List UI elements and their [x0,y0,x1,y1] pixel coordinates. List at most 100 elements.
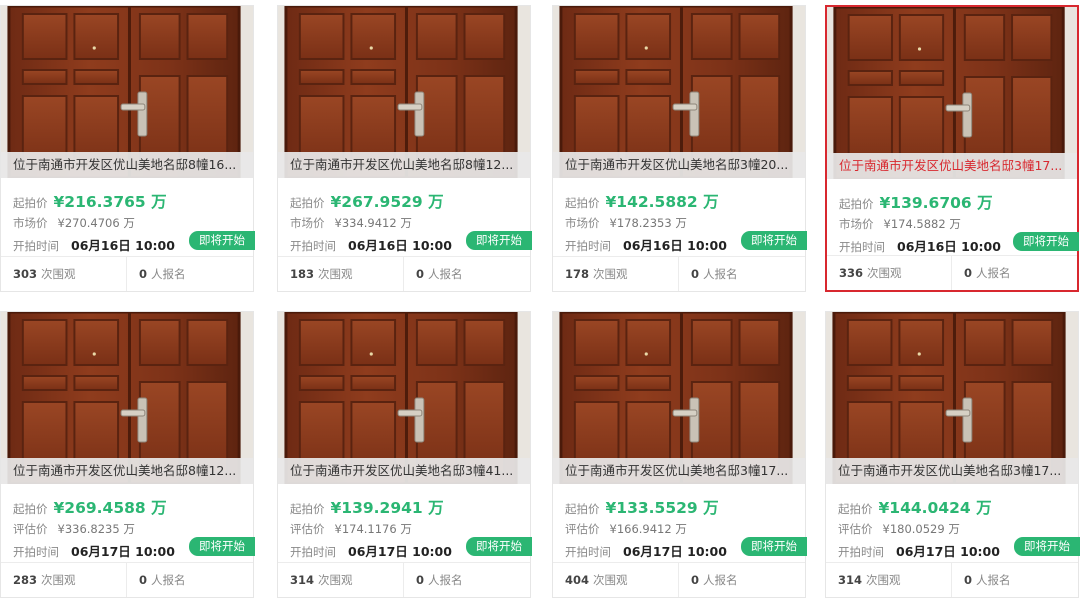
card-title[interactable]: 位于南通市开发区优山美地名邸3幢41... [278,458,530,484]
start-price-value: ¥142.5882 万 [605,193,719,211]
start-time-label: 开拍时间 [838,545,884,559]
status-badge: 即将开始 [741,537,807,556]
start-price-label: 起拍价 [838,502,873,516]
start-time-value: 06月17日 10:00 [71,544,175,559]
card-stats: 404 次围观 0 人报名 [553,562,805,597]
reference-price-row: 评估价 ¥174.1176 万 [290,521,412,537]
start-time-label: 开拍时间 [13,545,59,559]
reference-price-row: 评估价 ¥336.8235 万 [13,521,135,537]
card-stats: 303 次围观 0 人报名 [1,256,253,291]
start-time-row: 开拍时间 06月17日 10:00 [565,541,727,560]
reference-price-value: ¥334.9412 万 [334,216,412,230]
market-price-label: 市场价 [839,217,874,231]
start-time-value: 06月17日 10:00 [896,544,1000,559]
auction-card[interactable]: 位于南通市开发区优山美地名邸3幢20... 起拍价 ¥142.5882 万 市场价… [552,5,807,292]
start-price-row: 起拍价 ¥144.0424 万 [838,496,992,518]
auction-card[interactable]: 位于南通市开发区优山美地名邸8幢12... 起拍价 ¥269.4588 万 评估价… [0,311,255,598]
card-title[interactable]: 位于南通市开发区优山美地名邸3幢17... [553,458,805,484]
auction-card[interactable]: 位于南通市开发区优山美地名邸3幢17... 起拍价 ¥144.0424 万 评估价… [825,311,1080,598]
status-badge: 即将开始 [466,537,532,556]
start-time-value: 06月16日 10:00 [623,238,727,253]
start-price-row: 起拍价 ¥133.5529 万 [565,496,719,518]
start-price-label: 起拍价 [839,197,874,211]
reference-price-value: ¥270.4706 万 [57,216,135,230]
auction-card[interactable]: 位于南通市开发区优山美地名邸8幢16... 起拍价 ¥216.3765 万 市场价… [0,5,255,292]
start-price-label: 起拍价 [290,502,325,516]
reference-price-value: ¥174.1176 万 [334,522,412,536]
status-badge: 即将开始 [1013,232,1079,251]
start-price-label: 起拍价 [565,502,600,516]
start-time-value: 06月17日 10:00 [348,544,452,559]
status-badge: 即将开始 [1014,537,1080,556]
card-title[interactable]: 位于南通市开发区优山美地名邸3幢20... [553,152,805,178]
card-stats: 314 次围观 0 人报名 [278,562,530,597]
registered-count: 0 人报名 [691,267,738,281]
registered-count: 0 人报名 [964,573,1011,587]
card-stats: 178 次围观 0 人报名 [553,256,805,291]
auction-card-selected[interactable]: 位于南通市开发区优山美地名邸3幢17... 起拍价 ¥139.6706 万 市场价… [825,5,1079,292]
views-count: 303 次围观 [1,257,127,291]
start-price-value: ¥216.3765 万 [53,193,167,211]
card-stats: 314 次围观 0 人报名 [826,562,1078,597]
start-time-row: 开拍时间 06月17日 10:00 [290,541,452,560]
assessed-price-label: 评估价 [290,522,325,536]
card-stats: 183 次围观 0 人报名 [278,256,530,291]
start-time-label: 开拍时间 [290,239,336,253]
registered-count: 0 人报名 [416,267,463,281]
reference-price-value: ¥178.2353 万 [609,216,687,230]
status-badge: 即将开始 [466,231,532,250]
status-badge: 即将开始 [189,231,255,250]
start-time-row: 开拍时间 06月17日 10:00 [838,541,1000,560]
start-time-value: 06月16日 10:00 [348,238,452,253]
start-time-row: 开拍时间 06月16日 10:00 [839,236,1001,255]
market-price-label: 市场价 [565,216,600,230]
assessed-price-label: 评估价 [13,522,48,536]
start-price-label: 起拍价 [290,196,325,210]
reference-price-row: 市场价 ¥174.5882 万 [839,216,961,232]
start-price-label: 起拍价 [565,196,600,210]
card-stats: 283 次围观 0 人报名 [1,562,253,597]
start-price-label: 起拍价 [13,502,48,516]
card-stats: 336 次围观 0 人报名 [827,255,1077,290]
start-price-row: 起拍价 ¥267.9529 万 [290,190,444,212]
registered-count: 0 人报名 [139,267,186,281]
reference-price-row: 市场价 ¥178.2353 万 [565,215,687,231]
auction-card[interactable]: 位于南通市开发区优山美地名邸3幢41... 起拍价 ¥139.2941 万 评估价… [277,311,532,598]
auction-card[interactable]: 位于南通市开发区优山美地名邸8幢12... 起拍价 ¥267.9529 万 市场价… [277,5,532,292]
registered-count: 0 人报名 [964,266,1011,280]
start-time-label: 开拍时间 [290,545,336,559]
registered-count: 0 人报名 [416,573,463,587]
assessed-price-label: 评估价 [838,522,873,536]
views-count: 183 次围观 [278,257,404,291]
card-title[interactable]: 位于南通市开发区优山美地名邸3幢17... [826,458,1078,484]
card-title[interactable]: 位于南通市开发区优山美地名邸3幢17... [827,153,1077,179]
auction-card[interactable]: 位于南通市开发区优山美地名邸3幢17... 起拍价 ¥133.5529 万 评估价… [552,311,807,598]
start-price-row: 起拍价 ¥139.2941 万 [290,496,444,518]
start-time-row: 开拍时间 06月16日 10:00 [290,235,452,254]
views-count: 314 次围观 [278,563,404,597]
start-time-label: 开拍时间 [565,545,611,559]
card-title[interactable]: 位于南通市开发区优山美地名邸8幢16... [1,152,253,178]
start-time-value: 06月16日 10:00 [71,238,175,253]
registered-count: 0 人报名 [139,573,186,587]
registered-count: 0 人报名 [691,573,738,587]
reference-price-row: 市场价 ¥334.9412 万 [290,215,412,231]
card-title[interactable]: 位于南通市开发区优山美地名邸8幢12... [1,458,253,484]
card-title[interactable]: 位于南通市开发区优山美地名邸8幢12... [278,152,530,178]
views-count: 178 次围观 [553,257,679,291]
start-price-value: ¥267.9529 万 [330,193,444,211]
views-count: 283 次围观 [1,563,127,597]
reference-price-value: ¥166.9412 万 [609,522,687,536]
start-time-label: 开拍时间 [565,239,611,253]
start-price-row: 起拍价 ¥142.5882 万 [565,190,719,212]
start-price-row: 起拍价 ¥139.6706 万 [839,191,993,213]
market-price-label: 市场价 [13,216,48,230]
start-price-label: 起拍价 [13,196,48,210]
reference-price-row: 评估价 ¥166.9412 万 [565,521,687,537]
start-price-row: 起拍价 ¥269.4588 万 [13,496,167,518]
views-count: 336 次围观 [827,256,952,290]
views-count: 314 次围观 [826,563,952,597]
start-time-label: 开拍时间 [13,239,59,253]
reference-price-value: ¥180.0529 万 [882,522,960,536]
start-price-value: ¥269.4588 万 [53,499,167,517]
